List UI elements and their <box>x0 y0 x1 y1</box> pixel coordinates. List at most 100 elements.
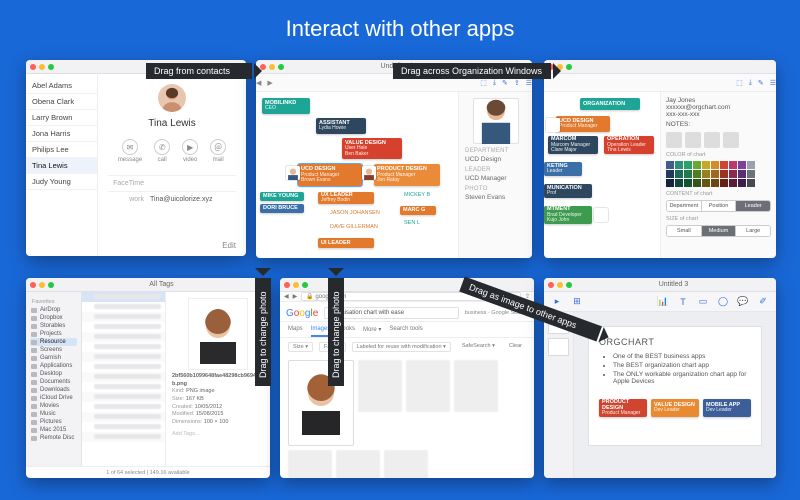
sidebar-item[interactable]: Remote Disc <box>30 434 77 442</box>
zoom-icon[interactable] <box>48 64 54 70</box>
result-thumb[interactable] <box>358 360 402 412</box>
file-item-selected[interactable] <box>82 292 165 302</box>
seg-option[interactable]: Department <box>667 201 702 211</box>
minimize-icon[interactable] <box>39 64 45 70</box>
palette-swatch[interactable] <box>738 161 746 169</box>
mini-avatar[interactable] <box>704 132 720 148</box>
minimize-icon[interactable] <box>293 282 299 288</box>
sidebar-item[interactable]: Screens <box>30 346 77 354</box>
close-icon[interactable] <box>284 282 290 288</box>
palette-swatch[interactable] <box>666 179 674 187</box>
file-item[interactable] <box>82 332 165 342</box>
slide-content[interactable]: ORGCHART One of the BEST business apps T… <box>588 326 762 446</box>
message-button[interactable]: ✉︎message <box>118 139 142 163</box>
zoom-icon[interactable] <box>278 64 284 70</box>
org2-card[interactable]: OPERATIONOperation LeaderTina Lewis <box>604 136 654 154</box>
palette-swatch[interactable] <box>720 179 728 187</box>
palette-swatch[interactable] <box>684 179 692 187</box>
org2-card[interactable]: KETINGLeader <box>544 162 582 176</box>
sidebar-item[interactable]: Applications <box>30 362 77 370</box>
sidebar-item[interactable]: Music <box>30 410 77 418</box>
zoom-icon[interactable] <box>302 282 308 288</box>
seg-option[interactable]: Small <box>667 226 702 236</box>
contact-item[interactable]: Judy Young <box>26 174 97 190</box>
palette-swatch[interactable] <box>711 179 719 187</box>
palette-swatch[interactable] <box>729 170 737 178</box>
seg-option[interactable]: Leader <box>736 201 770 211</box>
mini-avatar[interactable] <box>723 132 739 148</box>
org-leaf[interactable]: DAVE GILLERMAN <box>330 224 378 230</box>
sidebar-item[interactable]: Dropbox <box>30 314 77 322</box>
file-item[interactable] <box>82 372 165 382</box>
back-icon[interactable]: ◀︎ <box>284 293 289 300</box>
bullet[interactable]: The ONLY workable organization chart app… <box>613 371 751 385</box>
minimize-icon[interactable] <box>39 282 45 288</box>
slide-cards[interactable]: PRODUCT DESIGNProduct Manager VALUE DESI… <box>599 399 751 417</box>
toolbar-icon[interactable]: ⬚ <box>480 79 487 87</box>
sidebar-item-selected[interactable]: Resource <box>30 338 77 346</box>
palette-swatch[interactable] <box>747 170 755 178</box>
size-segment[interactable]: Small Medium Large <box>666 225 771 237</box>
finder-file-list[interactable] <box>82 292 166 466</box>
toolbar-icon[interactable]: ⇪ <box>514 79 520 87</box>
palette-swatch[interactable] <box>666 170 674 178</box>
palette-swatch[interactable] <box>711 161 719 169</box>
palette-swatch[interactable] <box>675 161 683 169</box>
palette-swatch[interactable] <box>675 170 683 178</box>
file-item[interactable] <box>82 342 165 352</box>
slide-card[interactable]: MOBILE APPDev Leader <box>703 399 751 417</box>
palette-swatch[interactable] <box>747 179 755 187</box>
google-search-field[interactable]: organisation chart with ease <box>324 307 458 319</box>
keynote-thumbnails[interactable] <box>544 312 574 478</box>
org-leaf[interactable]: JASON JOHANSEN <box>330 210 380 216</box>
google-results[interactable] <box>280 356 534 478</box>
sidebar-item[interactable]: Downloads <box>30 386 77 394</box>
google-tabs[interactable]: Maps Images Books More ▾ Search tools <box>280 322 534 338</box>
toolbar-icon[interactable]: ✎ <box>758 79 764 87</box>
palette-swatch[interactable] <box>738 179 746 187</box>
result-thumb[interactable] <box>336 450 380 478</box>
sidebar-item[interactable]: iCloud Drive <box>30 394 77 402</box>
toolbar-icon[interactable]: ✎ <box>502 79 508 87</box>
edit-button[interactable]: Edit <box>222 241 236 250</box>
file-item[interactable] <box>82 322 165 332</box>
card-photo[interactable] <box>286 166 300 180</box>
slide-bullets[interactable]: One of the BEST business apps The BEST o… <box>607 353 751 385</box>
file-item[interactable] <box>82 412 165 422</box>
seg-option[interactable]: Large <box>736 226 770 236</box>
palette-swatch[interactable] <box>666 161 674 169</box>
file-item[interactable] <box>82 422 165 432</box>
tab-search-tools[interactable]: Search tools <box>389 326 422 337</box>
toolbar-icon[interactable]: ◀︎ <box>256 79 261 87</box>
add-slide-icon[interactable]: ⊞ <box>570 295 584 309</box>
file-item[interactable] <box>82 312 165 322</box>
result-thumb-selected[interactable] <box>288 360 354 446</box>
palette-swatch[interactable] <box>702 161 710 169</box>
file-item[interactable] <box>82 402 165 412</box>
sidebar-item[interactable]: Garnish <box>30 354 77 362</box>
palette-swatch[interactable] <box>720 161 728 169</box>
close-icon[interactable] <box>548 282 554 288</box>
org-chip[interactable]: DORI BRUCE <box>260 204 304 213</box>
traffic-lights[interactable] <box>30 64 54 70</box>
toolbar-icon[interactable]: ⤓ <box>749 79 752 87</box>
card-photo[interactable] <box>594 208 608 222</box>
org2-card[interactable]: ORGANIZATION <box>580 98 640 110</box>
org-card-ux-leader[interactable]: UX LEADERJeffrey Bodin <box>318 192 374 204</box>
call-button[interactable]: ✆call <box>154 139 170 163</box>
palette-swatch[interactable] <box>702 170 710 178</box>
result-thumb[interactable] <box>454 360 498 412</box>
sidebar-item[interactable]: Pictures <box>30 418 77 426</box>
contact-item[interactable]: Jona Harris <box>26 126 97 142</box>
side-photo[interactable] <box>473 98 519 144</box>
org2-card[interactable]: MARCOMMarcom ManagerClare Major <box>548 136 598 154</box>
org-leaf[interactable]: MICKEY B <box>404 192 430 198</box>
shape-icon[interactable]: ▭ <box>696 295 710 309</box>
sidebar-item[interactable]: Movies <box>30 402 77 410</box>
sidebar-item[interactable]: AirDrop <box>30 306 77 314</box>
minimize-icon[interactable] <box>269 64 275 70</box>
org2-card[interactable]: MUNICATIONProf <box>544 184 592 198</box>
toolbar-icon[interactable]: ⤓ <box>493 79 496 87</box>
slide-thumb[interactable] <box>548 338 569 356</box>
content-segment[interactable]: Department Position Leader <box>666 200 771 212</box>
